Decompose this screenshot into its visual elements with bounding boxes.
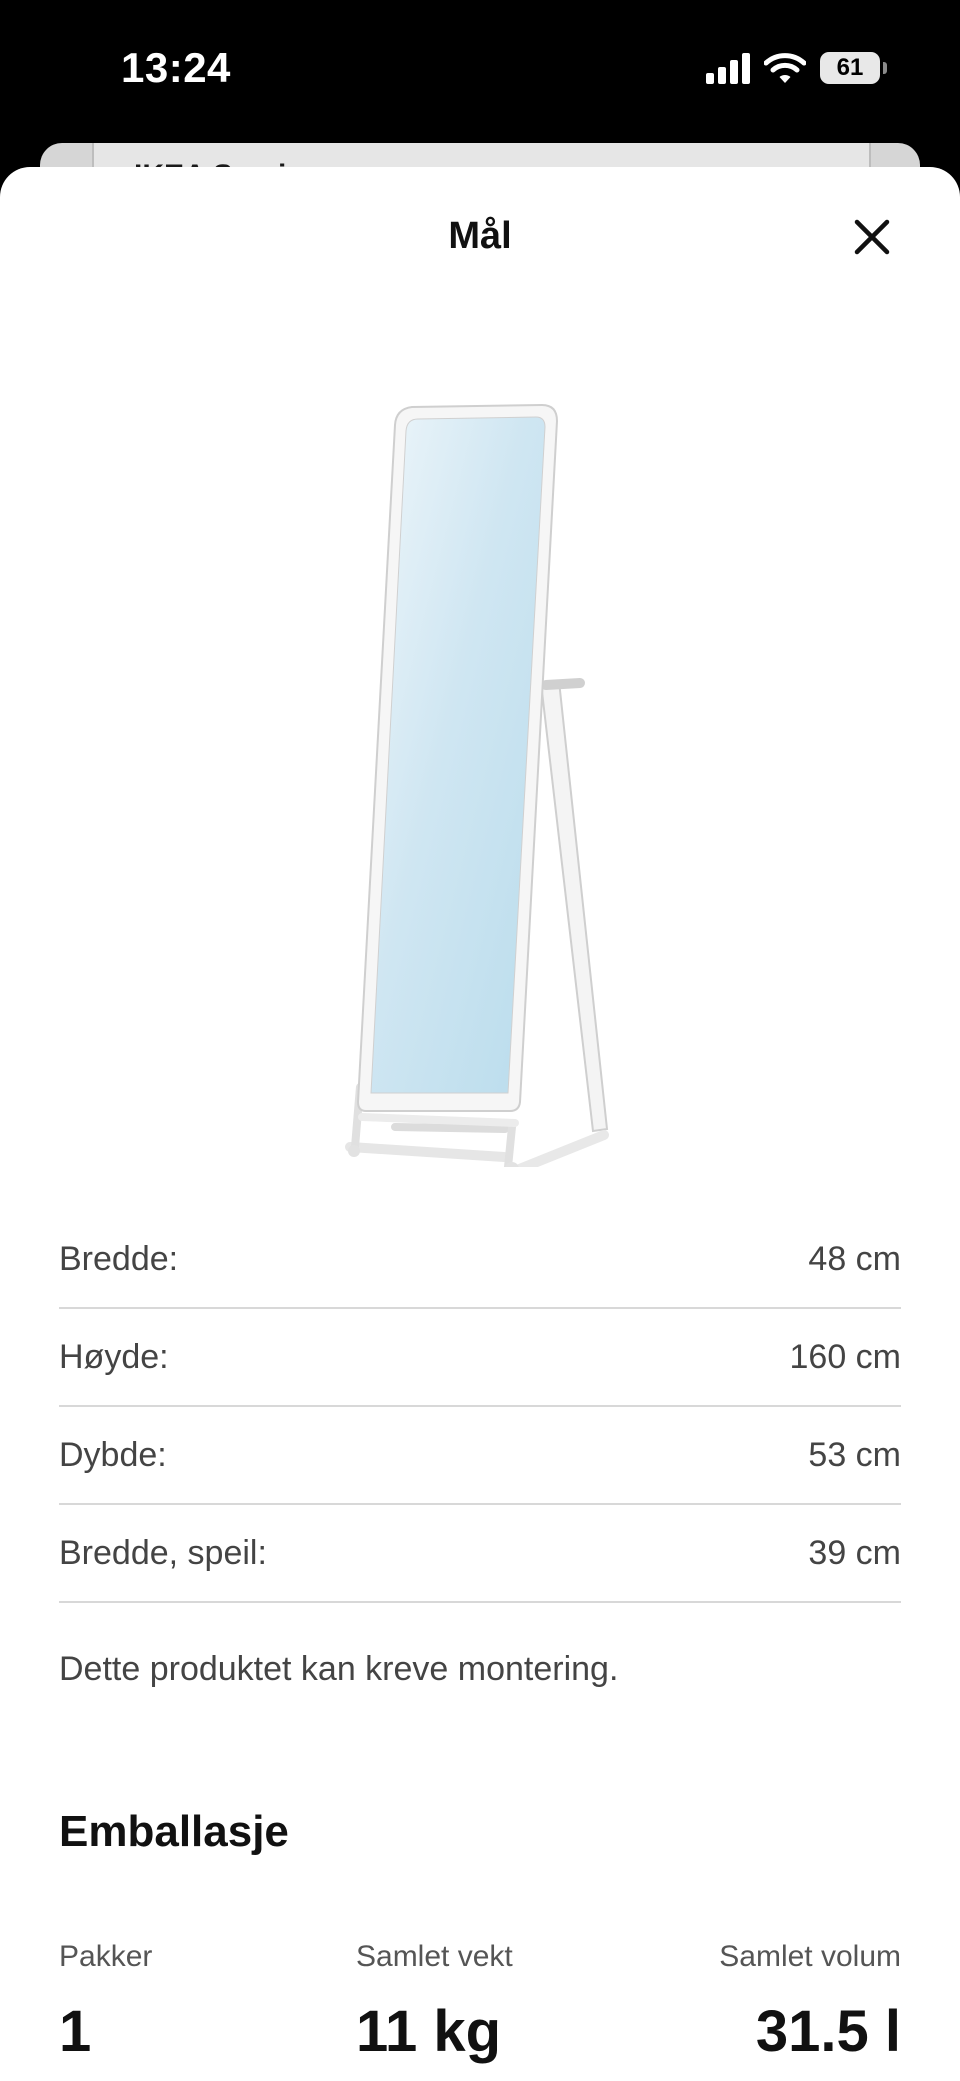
packaging-stat-weight: Samlet vekt 11 kg <box>356 1940 513 2065</box>
dimension-row-mirror-width: Bredde, speil: 39 cm <box>59 1505 901 1603</box>
battery-level: 61 <box>836 54 864 81</box>
status-bar: 13:24 61 <box>0 0 960 140</box>
dimension-label: Høyde: <box>59 1337 169 1376</box>
packaging-stat-volume: Samlet volum 31.5 l <box>719 1940 901 2065</box>
cellular-signal-icon <box>706 52 750 84</box>
packaging-title: Emballasje <box>59 1807 289 1856</box>
status-icons: 61 <box>706 52 887 84</box>
battery-icon: 61 <box>820 52 887 84</box>
stat-label: Samlet volum <box>719 1940 901 1973</box>
dimension-row-width: Bredde: 48 cm <box>59 1211 901 1309</box>
dimension-row-depth: Dybde: 53 cm <box>59 1407 901 1505</box>
dimension-row-height: Høyde: 160 cm <box>59 1309 901 1407</box>
close-icon <box>854 219 890 255</box>
stat-value: 11 kg <box>356 1999 502 2064</box>
sheet-title: Mål <box>448 215 512 257</box>
product-image <box>345 403 609 1167</box>
stat-label: Samlet vekt <box>356 1940 513 1973</box>
dimension-label: Dybde: <box>59 1435 167 1474</box>
packaging-stat-packages: Pakker 1 <box>59 1940 152 2065</box>
close-button[interactable] <box>844 209 900 265</box>
dimension-value: 48 cm <box>808 1239 901 1278</box>
dimension-label: Bredde: <box>59 1239 179 1278</box>
stat-value: 1 <box>59 1999 92 2064</box>
dimension-value: 160 cm <box>789 1337 902 1376</box>
dimensions-sheet: Mål Bredde: 48 cm Høyde: 160 cm Dybde: 5… <box>0 167 960 2081</box>
stat-label: Pakker <box>59 1940 153 1973</box>
dimension-value: 39 cm <box>808 1533 901 1572</box>
status-time: 13:24 <box>121 44 231 91</box>
dimensions-table: Bredde: 48 cm Høyde: 160 cm Dybde: 53 cm… <box>59 1211 901 1603</box>
stat-value: 31.5 l <box>755 1999 901 2064</box>
dimension-value: 53 cm <box>808 1435 901 1474</box>
assembly-note: Dette produktet kan kreve montering. <box>59 1650 619 1688</box>
wifi-icon <box>764 53 806 83</box>
dimension-label: Bredde, speil: <box>59 1533 267 1572</box>
